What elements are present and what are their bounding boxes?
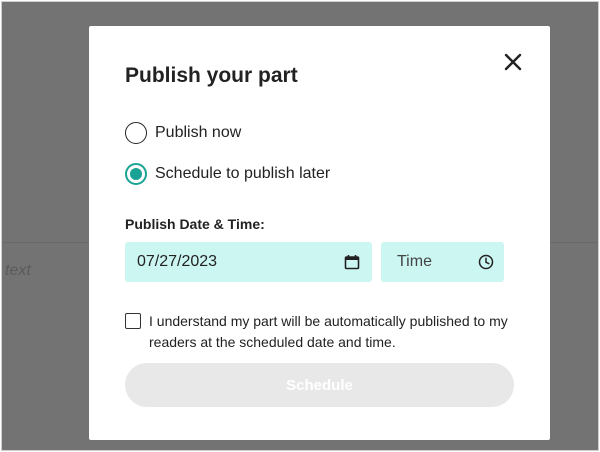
radio-button-unchecked[interactable]: [125, 122, 147, 144]
datetime-label: Publish Date & Time:: [125, 216, 265, 232]
radio-dot: [130, 168, 142, 180]
radio-label-schedule-later: Schedule to publish later: [155, 165, 331, 182]
app-screen: text Publish your part Publish now Sched…: [1, 1, 599, 451]
date-input[interactable]: 07/27/2023: [125, 242, 372, 282]
clock-icon[interactable]: [478, 254, 494, 270]
dialog-title: Publish your part: [125, 64, 298, 87]
radio-publish-now[interactable]: Publish now: [125, 122, 241, 144]
consent-checkbox[interactable]: [125, 313, 141, 329]
calendar-icon[interactable]: [344, 254, 360, 270]
radio-label-publish-now: Publish now: [155, 124, 242, 141]
publish-dialog: Publish your part Publish now Schedule t…: [89, 26, 550, 440]
schedule-button[interactable]: Schedule: [125, 363, 514, 407]
close-button[interactable]: [499, 48, 527, 76]
time-input[interactable]: Time: [381, 242, 504, 282]
consent-checkbox-row[interactable]: I understand my part will be automatical…: [125, 311, 520, 353]
date-value: 07/27/2023: [137, 253, 218, 270]
time-placeholder: Time: [397, 253, 432, 270]
radio-button-checked[interactable]: [125, 163, 147, 185]
close-icon: [504, 53, 522, 71]
radio-schedule-later[interactable]: Schedule to publish later: [125, 163, 330, 185]
consent-text: I understand my part will be automatical…: [149, 313, 508, 350]
